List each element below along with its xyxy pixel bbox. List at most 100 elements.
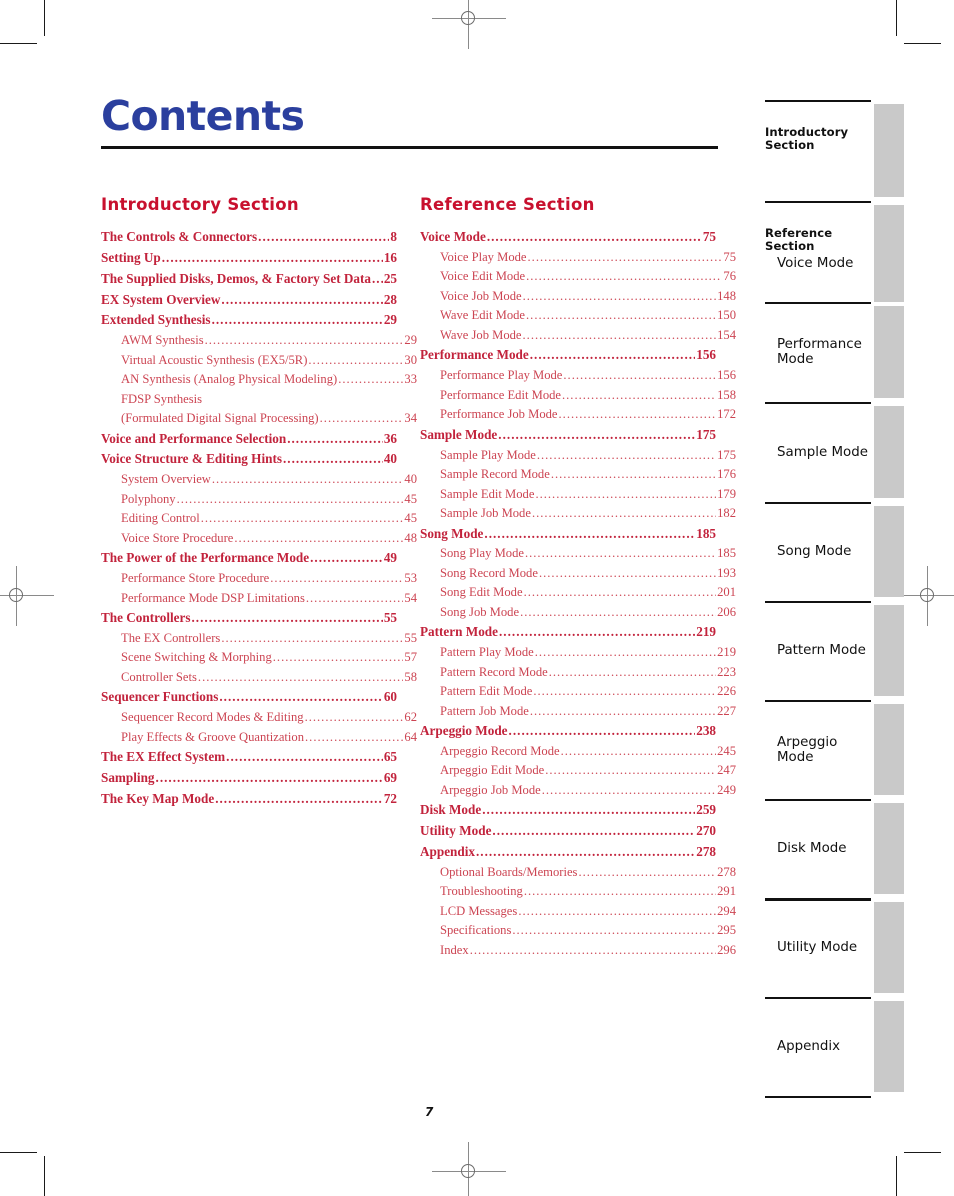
toc-entry-label: Performance Edit Mode bbox=[440, 387, 561, 402]
toc-entry[interactable]: Sample Play Mode .......................… bbox=[420, 446, 736, 466]
toc-entry[interactable]: Pattern Play Mode ......................… bbox=[420, 643, 736, 663]
toc-entry[interactable]: Sample Mode ............................… bbox=[420, 425, 716, 446]
toc-entry[interactable]: Pattern Job Mode........................… bbox=[420, 702, 736, 722]
toc-entry[interactable]: Sampling ...............................… bbox=[101, 768, 397, 789]
toc-entry[interactable]: Song Edit Mode .........................… bbox=[420, 583, 736, 603]
section-tab[interactable]: Arpeggio Mode bbox=[765, 700, 904, 799]
toc-entry[interactable]: Optional Boards/Memories................… bbox=[420, 863, 736, 883]
toc-entry[interactable]: Troubleshooting.........................… bbox=[420, 882, 736, 902]
toc-entry[interactable]: Controller Sets ........................… bbox=[101, 668, 417, 688]
toc-entry[interactable]: Wave Job Mode ..........................… bbox=[420, 326, 736, 346]
toc-entry-label: Play Effects & Groove Quantization bbox=[121, 729, 305, 744]
toc-entry[interactable]: Extended Synthesis .....................… bbox=[101, 310, 397, 331]
toc-entry[interactable]: Performance Store Procedure ............… bbox=[101, 569, 417, 589]
toc-entry[interactable]: The Power of the Performance Mode ......… bbox=[101, 548, 397, 569]
toc-entry[interactable]: Polyphony...............................… bbox=[101, 490, 417, 510]
toc-entry[interactable]: Wave Edit Mode..........................… bbox=[420, 306, 736, 326]
toc-entry-label: Voice and Performance Selection bbox=[101, 430, 287, 446]
toc-entry[interactable]: Arpeggio Edit Mode .....................… bbox=[420, 761, 736, 781]
toc-entry[interactable]: AWM Synthesis ..........................… bbox=[101, 331, 417, 351]
section-tab[interactable]: Reference Section bbox=[765, 201, 904, 302]
toc-entry[interactable]: Play Effects & Groove Quantization .....… bbox=[101, 728, 417, 748]
toc-entry[interactable]: Performance Mode........................… bbox=[420, 345, 716, 366]
toc-entry-label: LCD Messages bbox=[440, 903, 518, 918]
toc-entry[interactable]: FDSP Synthesis (Formulated Digital Signal… bbox=[101, 390, 417, 429]
section-tab[interactable]: Introductory Section bbox=[765, 100, 904, 201]
section-tab[interactable]: Utility Mode bbox=[765, 898, 904, 997]
toc-entry[interactable]: Editing Control ........................… bbox=[101, 509, 417, 529]
toc-entry[interactable]: System Overview ........................… bbox=[101, 470, 417, 490]
toc-entry-label: Performance Play Mode bbox=[440, 368, 563, 383]
toc-entry[interactable]: EX System Overview .....................… bbox=[101, 290, 397, 311]
toc-entry[interactable]: Setting Up .............................… bbox=[101, 248, 397, 269]
dot-leader: ........................................… bbox=[234, 530, 403, 545]
toc-entry[interactable]: The Key Map Mode .......................… bbox=[101, 789, 397, 810]
toc-entry[interactable]: Virtual Acoustic Synthesis (EX5/5R) ....… bbox=[101, 351, 417, 371]
toc-entry-label: Appendix bbox=[420, 844, 475, 860]
section-tab[interactable]: Sample Mode bbox=[765, 402, 904, 502]
toc-entry[interactable]: Song Record Mode........................… bbox=[420, 564, 736, 584]
toc-entry[interactable]: The EX Effect System ...................… bbox=[101, 747, 397, 768]
toc-entry-page: 58 bbox=[404, 669, 417, 684]
toc-entry[interactable]: Song Play Mode .........................… bbox=[420, 544, 736, 564]
dot-leader: ........................................… bbox=[219, 689, 383, 705]
toc-entry[interactable]: Performance Edit Mode ..................… bbox=[420, 386, 736, 406]
toc-entry[interactable]: Voice Mode..............................… bbox=[420, 227, 716, 248]
toc-entry[interactable]: Specifications .........................… bbox=[420, 921, 736, 941]
toc-entry[interactable]: AN Synthesis (Analog Physical Modeling).… bbox=[101, 370, 417, 390]
dot-leader: ........................................… bbox=[211, 472, 404, 487]
toc-entry[interactable]: LCD Messages ...........................… bbox=[420, 902, 736, 922]
dot-leader: ........................................… bbox=[524, 546, 717, 561]
toc-entry[interactable]: Song Job Mode...........................… bbox=[420, 603, 736, 623]
dot-leader: ........................................… bbox=[304, 710, 404, 725]
section-tab[interactable]: Voice Mode bbox=[765, 225, 904, 302]
toc-entry-page: 193 bbox=[717, 565, 736, 580]
section-tab-strip: Introductory Section Reference Section Voice… bbox=[765, 100, 904, 1096]
toc-entry-page: 75 bbox=[723, 249, 736, 264]
section-tab[interactable]: Song Mode bbox=[765, 502, 904, 601]
toc-entry[interactable]: The Controls & Connectors...............… bbox=[101, 227, 397, 248]
toc-entry[interactable]: Pattern Mode ...........................… bbox=[420, 622, 716, 643]
toc-entry-label: Arpeggio Job Mode bbox=[440, 782, 541, 797]
dot-leader: ........................................… bbox=[522, 327, 717, 342]
crop-mark-bottom-left-vertical bbox=[44, 1156, 45, 1196]
toc-entry-label: The Controllers bbox=[101, 610, 191, 626]
toc-entry[interactable]: Sequencer Functions ....................… bbox=[101, 687, 397, 708]
toc-entry-label: Song Job Mode bbox=[440, 604, 520, 619]
toc-entry[interactable]: The EX Controllers .....................… bbox=[101, 629, 417, 649]
tab-divider bbox=[765, 601, 871, 603]
toc-entry[interactable]: Appendix ...............................… bbox=[420, 842, 716, 863]
toc-entry[interactable]: Performance Mode DSP Limitations .......… bbox=[101, 589, 417, 609]
toc-entry-page: 45 bbox=[404, 511, 417, 526]
section-tab[interactable]: Performance Mode bbox=[765, 302, 904, 402]
toc-entry[interactable]: Voice Edit Mode.........................… bbox=[420, 267, 736, 287]
toc-entry[interactable]: Pattern Record Mode.....................… bbox=[420, 663, 736, 683]
toc-entry[interactable]: Arpeggio Job Mode ......................… bbox=[420, 781, 736, 801]
toc-entry[interactable]: Arpeggio Record Mode ...................… bbox=[420, 742, 736, 762]
toc-entry[interactable]: Voice and Performance Selection.........… bbox=[101, 429, 397, 450]
section-tab[interactable]: Appendix bbox=[765, 997, 904, 1096]
toc-entry[interactable]: Disk Mode ..............................… bbox=[420, 800, 716, 821]
toc-entry[interactable]: Sequencer Record Modes & Editing........… bbox=[101, 708, 417, 728]
toc-entry[interactable]: Arpeggio Mode...........................… bbox=[420, 721, 716, 742]
crop-mark-top-left-vertical bbox=[44, 0, 45, 36]
toc-entry[interactable]: Sample Edit Mode .......................… bbox=[420, 485, 736, 505]
toc-entry[interactable]: Index...................................… bbox=[420, 941, 736, 961]
section-tab[interactable]: Disk Mode bbox=[765, 799, 904, 898]
toc-entry[interactable]: Voice Store Procedure ..................… bbox=[101, 529, 417, 549]
toc-entry[interactable]: Voice Job Mode .........................… bbox=[420, 287, 736, 307]
toc-entry[interactable]: Sample Record Mode......................… bbox=[420, 465, 736, 485]
toc-entry[interactable]: Scene Switching & Morphing..............… bbox=[101, 648, 417, 668]
toc-entry[interactable]: Pattern Edit Mode ......................… bbox=[420, 682, 736, 702]
toc-entry[interactable]: Voice Structure & Editing Hints ........… bbox=[101, 449, 397, 470]
toc-entry[interactable]: Voice Play Mode.........................… bbox=[420, 248, 736, 268]
toc-entry[interactable]: The Controllers ........................… bbox=[101, 608, 397, 629]
toc-entry[interactable]: Utility Mode............................… bbox=[420, 821, 716, 842]
dot-leader: ........................................… bbox=[512, 923, 717, 938]
toc-entry[interactable]: The Supplied Disks, Demos, & Factory Set… bbox=[101, 269, 397, 290]
section-tab[interactable]: Pattern Mode bbox=[765, 601, 904, 700]
toc-entry[interactable]: Sample Job Mode.........................… bbox=[420, 504, 736, 524]
toc-entry[interactable]: Song Mode ..............................… bbox=[420, 524, 716, 545]
toc-entry[interactable]: Performance Job Mode ...................… bbox=[420, 405, 736, 425]
toc-entry[interactable]: Performance Play Mode ..................… bbox=[420, 366, 736, 386]
